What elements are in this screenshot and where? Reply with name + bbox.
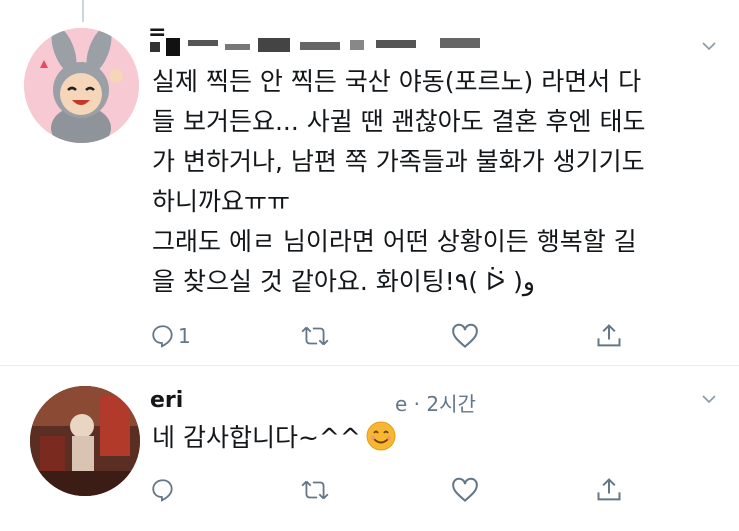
tweet-text-line: 네 감사합니다~^^ (152, 423, 361, 452)
redacted-name-block (440, 38, 480, 48)
retweet-icon (301, 326, 329, 346)
share-button[interactable] (595, 470, 623, 510)
retweet-button[interactable] (300, 470, 330, 510)
reply-icon (152, 325, 173, 348)
like-button[interactable] (450, 316, 480, 356)
like-button[interactable] (450, 470, 480, 510)
redacted-name-block (376, 40, 416, 48)
bunny-cartoon-avatar-icon (24, 28, 139, 143)
redacted-name-block (166, 38, 180, 56)
like-icon (452, 323, 478, 348)
display-name-initial: = (148, 20, 167, 45)
retweet-icon (301, 480, 329, 500)
redacted-name-block (258, 38, 290, 52)
reply-count: 1 (178, 324, 191, 348)
tweet-reply-2[interactable]: eri e · 2시간 네 감사합니다~^^ (0, 365, 739, 531)
photo-avatar-icon (30, 386, 140, 496)
tweet-actions: 1 (150, 316, 640, 356)
tweet-text-line: 을 찾으실 것 같아요. 화이팅!٩( ᐖ )و (152, 267, 535, 296)
tweet-text-line: 실제 찍든 안 찍든 국산 야동(포르노) 라면서 다 (152, 67, 642, 96)
chevron-down-icon[interactable] (701, 38, 717, 54)
like-icon (452, 477, 478, 502)
display-name[interactable]: eri (150, 388, 183, 413)
handle-and-timestamp[interactable]: e · 2시간 (395, 388, 476, 417)
reply-button[interactable] (150, 470, 178, 510)
chevron-down-icon[interactable] (701, 391, 717, 407)
avatar[interactable] (30, 386, 140, 496)
tweet-actions (150, 470, 640, 510)
reply-button[interactable]: 1 (150, 316, 191, 356)
tweet-text: 실제 찍든 안 찍든 국산 야동(포르노) 라면서 다 들 보거든요... 사귈… (152, 62, 645, 302)
redacted-name-block (300, 42, 340, 50)
tweet-text-line: 들 보거든요... 사귈 땐 괜찮아도 결혼 후엔 태도 (152, 107, 646, 136)
tweet-text: 네 감사합니다~^^ (152, 418, 397, 458)
retweet-button[interactable] (300, 316, 330, 356)
share-button[interactable] (595, 316, 623, 356)
reply-icon (152, 479, 173, 502)
redacted-name-block (225, 44, 250, 50)
tweet-reply-1[interactable]: = 실제 찍든 안 찍든 국산 야동(포르노) 라면서 다 들 보거든요... … (0, 0, 739, 365)
tweet-text-line: 그래도 에ㄹ 님이라면 어떤 상황이든 행복할 길 (152, 227, 637, 256)
tweet-text-line: 하니까요ㅠㅠ (152, 187, 291, 216)
redacted-name-block (188, 40, 218, 46)
redacted-name-block (350, 40, 364, 50)
share-icon (597, 478, 621, 501)
smiling-face-emoji-icon (366, 421, 396, 451)
share-icon (597, 324, 621, 347)
avatar[interactable] (24, 28, 139, 143)
tweet-text-line: 가 변하거나, 남편 쪽 가족들과 불화가 생기기도 (152, 147, 645, 176)
